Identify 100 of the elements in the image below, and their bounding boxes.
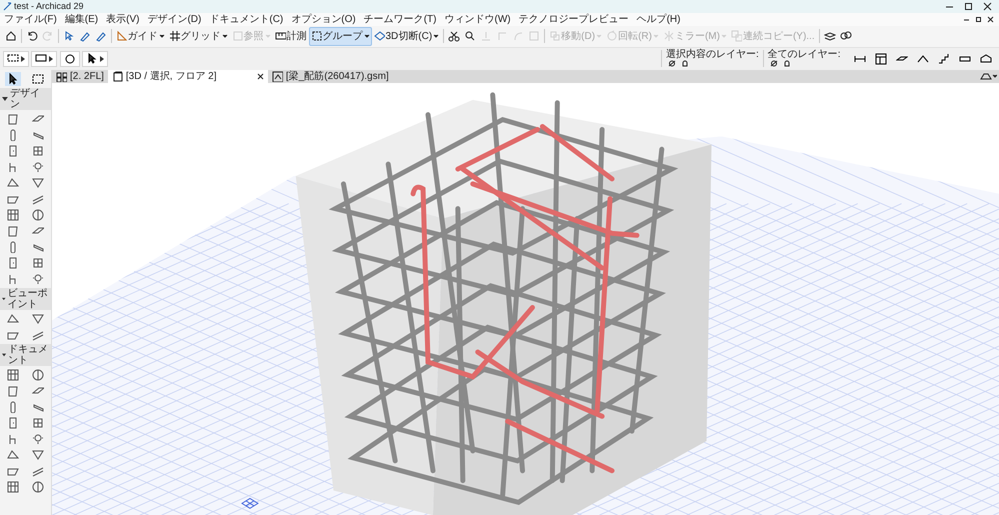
move-icon xyxy=(549,30,560,42)
menu-item[interactable]: ファイル(F) xyxy=(0,13,61,26)
pointer-icon xyxy=(86,53,98,64)
tool-button[interactable] xyxy=(30,208,46,222)
caret-icon xyxy=(2,352,6,358)
toolbar-button[interactable]: 計測 xyxy=(272,26,308,46)
guide-icon xyxy=(116,30,126,42)
layers-icon xyxy=(824,30,836,42)
close-icon[interactable] xyxy=(982,2,992,11)
section-header[interactable]: デザイン xyxy=(0,88,51,110)
scissors-icon xyxy=(448,30,460,42)
home-icon xyxy=(4,30,16,42)
fillet-icon xyxy=(512,30,524,42)
menu-item[interactable]: チームワーク(T) xyxy=(360,13,440,26)
layer-label: 選択内容のレイヤー: xyxy=(666,50,759,60)
tool-button[interactable] xyxy=(4,480,21,494)
rotate-view-icon xyxy=(64,53,76,64)
layer-label: 全てのレイヤー: xyxy=(768,50,840,60)
curtain-wall-tool-icon xyxy=(6,480,19,493)
square-icon xyxy=(528,30,540,42)
checkbox-icon xyxy=(232,30,242,42)
3d-view-icon xyxy=(112,70,123,82)
tool-button[interactable] xyxy=(30,480,46,494)
close-icon[interactable] xyxy=(256,72,264,80)
caret-icon xyxy=(364,33,370,40)
tool-button[interactable] xyxy=(30,448,46,462)
toolbar-button[interactable] xyxy=(60,50,80,67)
floor-plan-icon xyxy=(56,70,67,82)
caret-icon xyxy=(49,56,53,62)
menu-item[interactable]: デザイン(D) xyxy=(143,13,206,26)
toolbar-button[interactable]: グリッド xyxy=(166,26,230,46)
view-options-icon[interactable] xyxy=(978,71,996,82)
pen-icon xyxy=(78,30,90,42)
eye-off-icon[interactable] xyxy=(668,60,676,68)
tool-button[interactable] xyxy=(30,176,46,190)
caret-icon xyxy=(2,96,8,102)
mirror-icon xyxy=(662,30,674,42)
tab[interactable]: [3D / 選択, フロア 2] xyxy=(108,70,268,83)
stair-icon xyxy=(938,52,950,65)
window-tool-icon xyxy=(32,416,44,429)
marquee-icon xyxy=(32,72,44,85)
app-logo-icon xyxy=(2,2,12,11)
window-title: test - Archicad 29 xyxy=(14,0,84,13)
trim-icon xyxy=(480,30,492,42)
tool-button[interactable] xyxy=(30,368,46,382)
table-icon xyxy=(875,52,887,65)
caret-icon xyxy=(158,33,164,40)
toolbar-button[interactable]: ガイド xyxy=(114,26,166,46)
close-icon[interactable] xyxy=(987,16,994,23)
tool-button[interactable] xyxy=(4,368,21,382)
section-header[interactable]: ドキュメント xyxy=(0,344,51,366)
menu-item[interactable]: テクノロジープレビュー xyxy=(514,13,633,26)
caret-icon xyxy=(20,56,24,62)
toolbar-button[interactable] xyxy=(2,50,28,67)
rotate-icon xyxy=(606,30,618,42)
curtain-wall-tool-icon xyxy=(6,208,19,221)
marquee-icon xyxy=(6,53,18,64)
toolbar-button[interactable]: 3D切断(C) xyxy=(372,26,442,46)
lamp-tool-icon xyxy=(32,160,44,173)
pointer-icon xyxy=(62,30,74,42)
tool-button[interactable] xyxy=(30,72,46,86)
section-header[interactable]: ビューポイント xyxy=(0,288,51,310)
lamp-tool-icon xyxy=(32,272,44,285)
object-icon xyxy=(272,70,283,82)
eye-off-icon[interactable] xyxy=(770,60,778,68)
menu-item[interactable]: ドキュメント(C) xyxy=(205,13,288,26)
undo-icon xyxy=(26,30,38,42)
menu-item[interactable]: 編集(E) xyxy=(60,13,102,26)
toolbar-button[interactable] xyxy=(31,50,57,67)
caret-icon xyxy=(222,33,228,40)
roof-icon xyxy=(917,52,929,65)
toolbar-button[interactable]: グループ xyxy=(308,26,372,46)
pen-icon xyxy=(94,30,106,42)
curtain-wall-tool-icon xyxy=(6,368,19,381)
layers-icon xyxy=(840,30,852,42)
group-icon xyxy=(310,30,322,42)
lamp-tool-icon xyxy=(32,432,44,445)
door-tool-icon xyxy=(6,144,19,157)
menu-item[interactable]: オプション(O) xyxy=(287,13,360,26)
toolbar-button[interactable] xyxy=(82,50,108,67)
pointer-icon xyxy=(6,72,19,85)
magnifier-icon xyxy=(464,30,476,42)
caret-icon xyxy=(433,33,440,40)
menu-item[interactable]: ヘルプ(H) xyxy=(632,13,684,26)
tool-button[interactable] xyxy=(4,208,21,222)
door-tool-icon xyxy=(6,256,19,269)
caret-icon xyxy=(652,33,659,40)
tool-button[interactable] xyxy=(30,312,46,326)
window-tool-icon xyxy=(32,256,44,269)
origin-icon xyxy=(242,498,259,509)
redo-icon xyxy=(42,30,54,42)
rectangle-icon xyxy=(35,53,47,64)
caret-icon xyxy=(720,33,727,40)
menu-item[interactable]: 表示(V) xyxy=(102,13,144,26)
toolbar-button[interactable] xyxy=(873,52,889,66)
caret-icon xyxy=(264,33,270,40)
caret-icon xyxy=(100,56,104,62)
menu-item[interactable]: ウィンドウ(W) xyxy=(440,13,515,26)
tool-button[interactable] xyxy=(4,72,21,86)
caret-icon xyxy=(596,33,602,40)
